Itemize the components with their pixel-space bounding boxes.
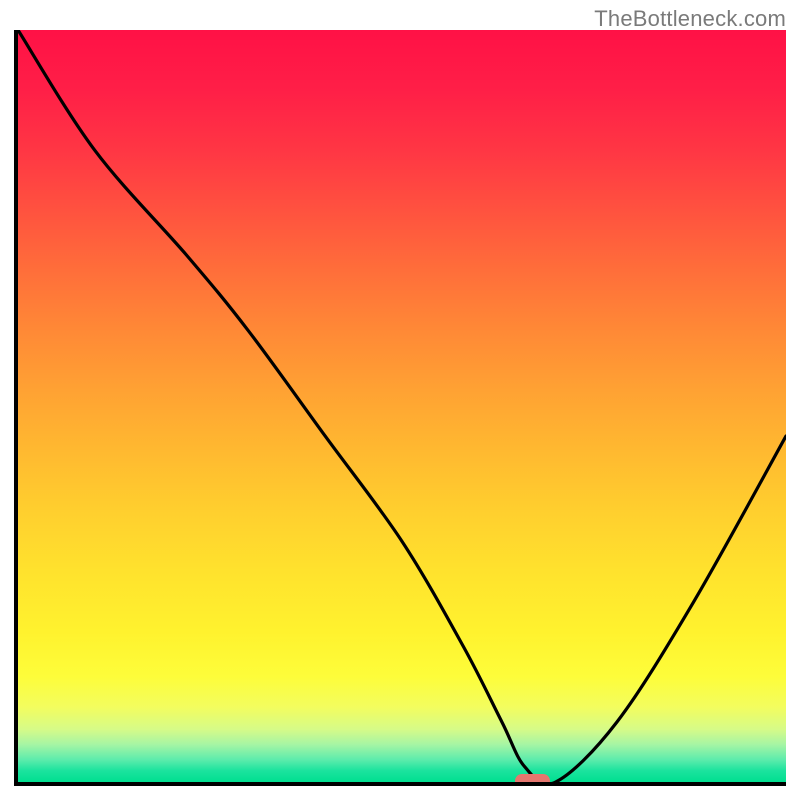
bottleneck-curve <box>18 30 786 782</box>
plot-area <box>14 30 786 786</box>
watermark-text: TheBottleneck.com <box>594 6 786 32</box>
optimal-marker <box>515 774 550 786</box>
chart-container: TheBottleneck.com <box>0 0 800 800</box>
